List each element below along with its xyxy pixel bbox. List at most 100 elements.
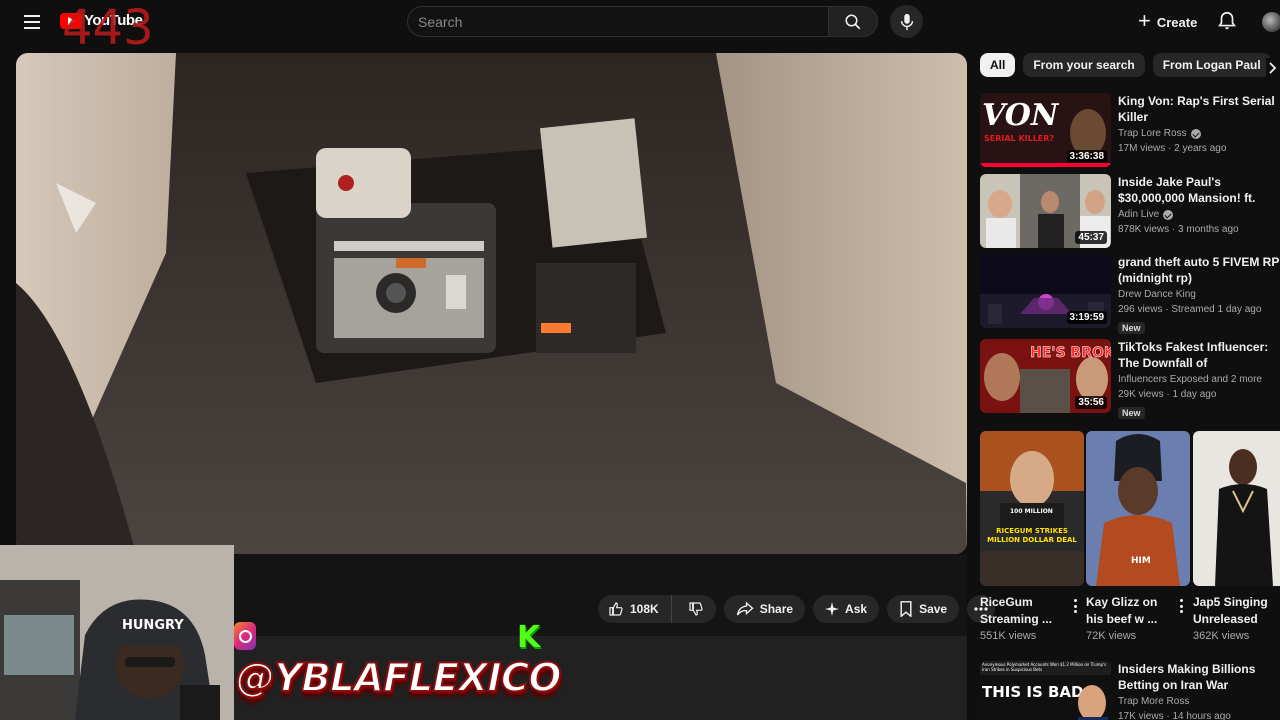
dislike-button[interactable] [678,595,716,623]
webcam-frame: HUNGRY [0,545,234,720]
related-video[interactable]: HE'S BROKE 35:56 TikToks Fakest Influenc… [980,339,1280,419]
share-button[interactable]: Share [723,595,806,623]
plus-icon: + [1138,8,1151,33]
related-video[interactable]: Anonymous Polymarket Accounts Won $1.2 M… [980,661,1280,720]
video-thumbnail[interactable]: 3:19:59 [980,254,1111,328]
search-box [407,6,829,37]
create-button[interactable]: + Create [1130,8,1205,36]
new-badge: New [1118,407,1145,419]
short-thumbnail[interactable] [1193,431,1280,586]
related-video[interactable]: VON SERIAL KILLER? 3:36:38 King Von: Rap… [980,93,1280,169]
bell-icon [1218,11,1236,30]
ask-button[interactable]: Ask [813,595,880,623]
like-dislike-group: 108K [598,595,716,623]
chip-from-logan-paul[interactable]: From Logan Paul [1152,53,1271,77]
related-video[interactable]: 3:19:59 grand theft auto 5 FIVEM RP (mid… [980,254,1280,334]
video-stats: 878K views · 3 months ago [1118,224,1239,235]
channel-label: Influencers Exposed and 2 more [1118,374,1262,385]
like-count: 108K [630,602,659,616]
short-title[interactable]: Kay Glizz on his beef w ... [1086,594,1174,628]
channel-label: Trap More Ross [1118,696,1190,707]
video-meta: King Von: Rap's First Serial Killer Trap… [1118,93,1280,157]
video-title[interactable]: grand theft auto 5 FIVEM RP (midnight rp… [1118,254,1280,286]
voice-search-button[interactable] [890,5,923,38]
account-avatar[interactable] [1262,12,1280,32]
video-title[interactable]: King Von: Rap's First Serial Killer [1118,93,1280,125]
short-thumbnail-image [1193,431,1280,586]
video-thumbnail[interactable]: 45:37 [980,174,1111,248]
chevron-right-icon [1269,62,1277,74]
thumbs-down-icon [689,602,703,616]
video-meta: Insiders Making Billions Betting on Iran… [1118,661,1280,720]
short-views: 72K views [1086,630,1137,642]
short-thumb-text: 100 MILLION [1010,508,1053,515]
channel-label: Drew Dance King [1118,289,1196,300]
video-meta: TikToks Fakest Influencer: The Downfall … [1118,339,1280,421]
more-vertical-icon[interactable] [1074,599,1078,613]
video-stats: 29K views · 1 day ago [1118,389,1217,400]
instagram-icon [234,622,256,650]
bookmark-icon [900,601,912,617]
video-duration: 45:37 [1075,231,1107,244]
chip-all[interactable]: All [980,53,1016,77]
video-player[interactable] [16,53,967,554]
chips-next-button[interactable] [1266,58,1280,78]
channel-name[interactable]: Influencers Exposed and 2 more [1118,373,1280,387]
short-title[interactable]: RiceGum Streaming ... [980,594,1068,628]
short-thumbnail[interactable]: HIM [1086,431,1190,586]
video-thumbnail[interactable]: HE'S BROKE 35:56 [980,339,1111,413]
video-duration: 3:19:59 [1066,311,1107,324]
video-stats: 296 views · Streamed 1 day ago [1118,304,1262,315]
search-input[interactable] [418,12,818,32]
new-badge: New [1118,322,1145,334]
short-item[interactable]: Jap5 Singing Unreleased 362K views [1193,431,1280,642]
thumbnail-subtitle: SERIAL KILLER? [984,134,1054,143]
video-meta: Inside Jake Paul's $30,000,000 Mansion! … [1118,174,1280,238]
more-vertical-icon[interactable] [1180,599,1184,613]
video-title[interactable]: TikToks Fakest Influencer: The Downfall … [1118,339,1280,371]
notifications-button[interactable] [1216,10,1238,32]
channel-name[interactable]: Adin Live [1118,208,1280,222]
short-title[interactable]: Jap5 Singing Unreleased [1193,594,1280,628]
video-duration: 3:36:38 [1066,150,1107,163]
related-filter-chips: All From your search From Logan Paul J [980,53,1280,77]
streamer-handle: @YBLAFLEXICO [235,655,562,702]
verified-icon [1190,129,1201,139]
video-title[interactable]: Insiders Making Billions Betting on Iran… [1118,661,1280,693]
short-thumbnail[interactable]: 100 MILLION RICEGUM STRIKES MILLION DOLL… [980,431,1084,586]
short-item[interactable]: 100 MILLION RICEGUM STRIKES MILLION DOLL… [980,431,1084,642]
video-thumbnail[interactable]: VON SERIAL KILLER? 3:36:38 [980,93,1111,167]
menu-icon[interactable] [20,10,44,34]
video-stats: 17K views · 14 hours ago [1118,711,1231,720]
verified-icon [1163,210,1174,220]
channel-name[interactable]: Trap Lore Ross [1118,127,1280,141]
short-thumbnail-image: 100 MILLION RICEGUM STRIKES MILLION DOLL… [980,431,1084,586]
related-video[interactable]: 45:37 Inside Jake Paul's $30,000,000 Man… [980,174,1280,250]
video-frame [16,53,967,554]
video-duration: 35:56 [1075,396,1107,409]
channel-label: Adin Live [1118,209,1160,220]
short-item[interactable]: HIM Kay Glizz on his beef w ... 72K view… [1086,431,1190,642]
share-icon [736,601,754,616]
thumbs-up-icon [609,602,623,616]
short-thumb-caption: RICEGUM STRIKES MILLION DOLLAR DEAL [987,527,1077,544]
short-thumbnail-image: HIM [1086,431,1190,586]
sparkle-icon [825,602,840,616]
video-thumbnail[interactable]: Anonymous Polymarket Accounts Won $1.2 M… [980,661,1111,720]
thumbnail-image: Anonymous Polymarket Accounts Won $1.2 M… [980,661,1111,720]
save-button[interactable]: Save [887,595,960,623]
search-button[interactable] [828,6,878,37]
shorts-shelf: 100 MILLION RICEGUM STRIKES MILLION DOLL… [980,431,1280,651]
thumbnail-title: VON [982,98,1060,133]
search-icon [845,14,861,29]
channel-name[interactable]: Drew Dance King [1118,288,1280,302]
thumbnail-title: HE'S BROKE [1030,345,1111,361]
youtube-watch-page: YouTube 443 + Create [0,0,1280,720]
video-meta: grand theft auto 5 FIVEM RP (midnight rp… [1118,254,1280,336]
channel-name[interactable]: Trap More Ross [1118,695,1280,709]
stream-overlay-counter: 443 [62,0,154,56]
chip-from-your-search[interactable]: From your search [1023,53,1145,77]
like-button[interactable]: 108K [598,595,672,623]
video-title[interactable]: Inside Jake Paul's $30,000,000 Mansion! … [1118,174,1280,206]
short-thumb-text: HIM [1131,556,1151,566]
